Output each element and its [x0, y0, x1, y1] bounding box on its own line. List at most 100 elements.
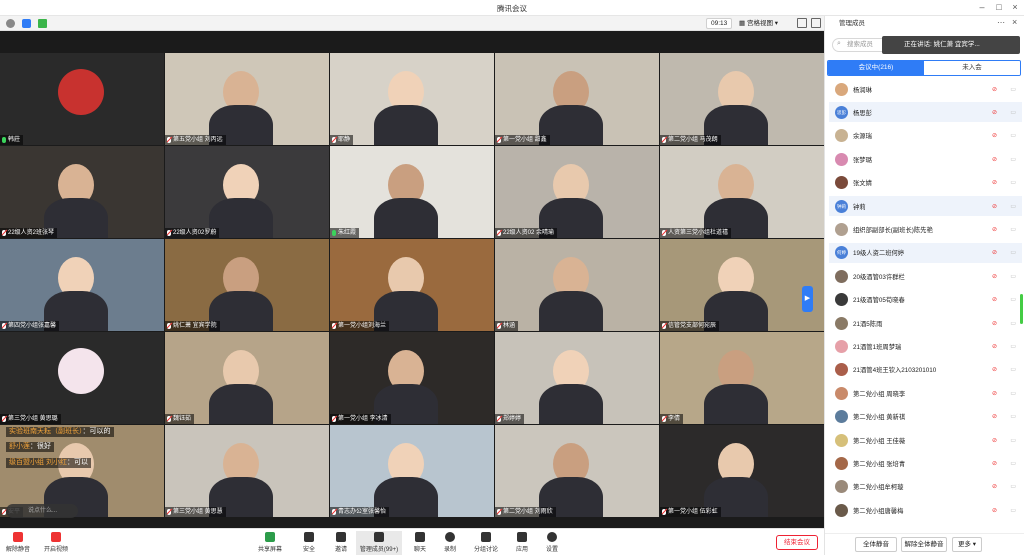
more-button[interactable]: 更多 ▾ [952, 537, 982, 552]
member-row[interactable]: 张梦璐 ⊘ ▭ [829, 149, 1022, 169]
video-tile[interactable]: 22级人资02 余晴瑜 [495, 146, 659, 238]
video-tile[interactable]: 青志办公室张馨怡 [330, 425, 494, 517]
info-icon[interactable] [6, 19, 15, 28]
mic-off-icon[interactable]: ⊘ [992, 413, 997, 420]
member-row[interactable]: 张文婧 ⊘ ▭ [829, 173, 1022, 193]
member-row[interactable]: 杨润琳 ⊘ ▭ [829, 79, 1022, 99]
member-row[interactable]: 21级酒管05苟晓春 ⊘ ▭ [829, 290, 1022, 310]
view-selector[interactable]: ▦ 宫格视图 ▾ [736, 18, 781, 29]
member-row[interactable]: 21酒管4班王钦入2103201010 ⊘ ▭ [829, 360, 1022, 380]
video-tile[interactable]: 魏钰茹 [165, 332, 329, 424]
mic-off-icon[interactable]: ⊘ [992, 203, 997, 210]
camera-off-icon[interactable]: ▭ [1010, 273, 1016, 280]
tab-not-joined[interactable]: 未入会 [924, 61, 1020, 75]
camera-off-icon[interactable]: ▭ [1010, 437, 1016, 444]
mic-off-icon[interactable]: ⊘ [992, 366, 997, 373]
mic-off-icon[interactable]: ⊘ [992, 483, 997, 490]
video-tile[interactable]: 第二党小组 马茂朗 [660, 53, 824, 145]
unmute-all-button[interactable]: 解除全体静音 [901, 537, 947, 552]
mic-off-icon[interactable]: ⊘ [992, 390, 997, 397]
minimize-icon[interactable]: – [975, 2, 989, 12]
video-tile[interactable]: 第一党小组刘海兰 [330, 239, 494, 331]
apps-button[interactable]: 应用 [506, 531, 538, 555]
video-tile[interactable]: 第一党小组 李冰清 [330, 332, 494, 424]
start-video-button[interactable]: 开启视频 [40, 531, 72, 555]
camera-off-icon[interactable]: ▭ [1010, 226, 1016, 233]
mic-off-icon[interactable]: ⊘ [992, 320, 997, 327]
fullscreen-icon[interactable] [797, 18, 807, 28]
video-tile[interactable]: 林涵 [495, 239, 659, 331]
end-meeting-button[interactable]: 结束会议 [776, 535, 818, 550]
camera-off-icon[interactable]: ▭ [1010, 132, 1016, 139]
security-button[interactable]: 安全 [293, 531, 325, 555]
video-tile[interactable]: 22级人资2班张琴 [0, 146, 164, 238]
video-tile[interactable]: 第三党小组 黄思璐 [0, 332, 164, 424]
mic-off-icon[interactable]: ⊘ [992, 226, 997, 233]
unmute-button[interactable]: 解除静音 [2, 531, 34, 555]
video-tile[interactable]: 姚仁萧 宜宾学院 [165, 239, 329, 331]
breakout-button[interactable]: 分组讨论 [470, 531, 502, 555]
next-page-arrow[interactable]: ▶ [802, 286, 813, 312]
member-row[interactable]: 余源瑞 ⊘ ▭ [829, 126, 1022, 146]
signal-icon[interactable] [38, 19, 47, 28]
video-tile[interactable]: 第五党小组 刘丙远 [165, 53, 329, 145]
video-tile[interactable]: 信管党支部何宛辰 [660, 239, 824, 331]
member-row[interactable]: 第二党小组 周晓李 ⊘ ▭ [829, 383, 1022, 403]
member-row[interactable]: 第二党小组 张培青 ⊘ ▭ [829, 453, 1022, 473]
chat-button[interactable]: 聊天 [404, 531, 436, 555]
camera-off-icon[interactable]: ▭ [1010, 413, 1016, 420]
camera-off-icon[interactable]: ▭ [1010, 156, 1016, 163]
video-tile[interactable]: 第四党小组张嘉馨 [0, 239, 164, 331]
member-row[interactable]: 第二党小组牟柯璇 ⊘ ▭ [829, 477, 1022, 497]
video-tile[interactable]: 耶静 [330, 53, 494, 145]
video-tile[interactable]: 郑婷婷 [495, 332, 659, 424]
video-tile[interactable]: 李倩 [660, 332, 824, 424]
video-tile[interactable]: 朱红霞 [330, 146, 494, 238]
video-tile[interactable]: 第二党小组 刘雨欣 [495, 425, 659, 517]
mic-off-icon[interactable]: ⊘ [992, 343, 997, 350]
mic-off-icon[interactable]: ⊘ [992, 437, 997, 444]
camera-off-icon[interactable]: ▭ [1010, 109, 1016, 116]
camera-off-icon[interactable]: ▭ [1010, 249, 1016, 256]
video-tile[interactable]: 人资第三党小组杜道禧 [660, 146, 824, 238]
camera-off-icon[interactable]: ▭ [1010, 343, 1016, 350]
video-tile[interactable]: 22级人资02罗蔚 [165, 146, 329, 238]
mic-off-icon[interactable]: ⊘ [992, 132, 997, 139]
member-row[interactable]: 第二党小组 王佳薇 ⊘ ▭ [829, 430, 1022, 450]
layout-icon[interactable] [811, 18, 821, 28]
settings-button[interactable]: 设置 [536, 531, 568, 555]
member-row[interactable]: 组织部副部长(副班长)陈先艳 ⊘ ▭ [829, 219, 1022, 239]
mute-all-button[interactable]: 全体静音 [855, 537, 897, 552]
camera-off-icon[interactable]: ▭ [1010, 203, 1016, 210]
member-row[interactable]: 第二党小组唐馨梅 ⊘ ▭ [829, 500, 1022, 520]
member-row[interactable]: 何婷 19级人资二班何婷 ⊘ ▭ [829, 242, 1022, 263]
member-row[interactable]: 思彭 杨思彭 ⊘ ▭ [829, 102, 1022, 123]
video-tile[interactable]: 第一党小组 甜鑫 [495, 53, 659, 145]
video-tile[interactable]: 第一党小组 伍彩虹 [660, 425, 824, 517]
camera-off-icon[interactable]: ▭ [1010, 390, 1016, 397]
camera-off-icon[interactable]: ▭ [1010, 366, 1016, 373]
mic-off-icon[interactable]: ⊘ [992, 156, 997, 163]
video-tile[interactable]: 韩莊 [0, 53, 164, 145]
record-button[interactable]: 录制 [434, 531, 466, 555]
camera-off-icon[interactable]: ▭ [1010, 460, 1016, 467]
camera-off-icon[interactable]: ▭ [1010, 507, 1016, 514]
camera-off-icon[interactable]: ▭ [1010, 179, 1016, 186]
member-row[interactable]: 20级酒管03许群栏 ⊘ ▭ [829, 266, 1022, 286]
camera-off-icon[interactable]: ▭ [1010, 483, 1016, 490]
close-icon[interactable]: × [1008, 2, 1022, 12]
maximize-icon[interactable]: □ [992, 2, 1006, 12]
camera-off-icon[interactable]: ▭ [1010, 296, 1016, 303]
mic-off-icon[interactable]: ⊘ [992, 249, 997, 256]
member-list-scrollbar[interactable] [1020, 294, 1023, 324]
mic-off-icon[interactable]: ⊘ [992, 273, 997, 280]
member-row[interactable]: 第二党小组 黄新祺 ⊘ ▭ [829, 407, 1022, 427]
tab-in-meeting[interactable]: 会议中(216) [828, 61, 924, 75]
mic-off-icon[interactable]: ⊘ [992, 109, 997, 116]
close-panel-icon[interactable]: × [1012, 17, 1017, 27]
camera-off-icon[interactable]: ▭ [1010, 86, 1016, 93]
video-tile[interactable]: 第三党小组 黄思慧 [165, 425, 329, 517]
more-icon[interactable]: ⋯ [997, 18, 1005, 27]
camera-off-icon[interactable]: ▭ [1010, 320, 1016, 327]
manage-members-button[interactable]: 管理成员(99+) [356, 531, 402, 555]
